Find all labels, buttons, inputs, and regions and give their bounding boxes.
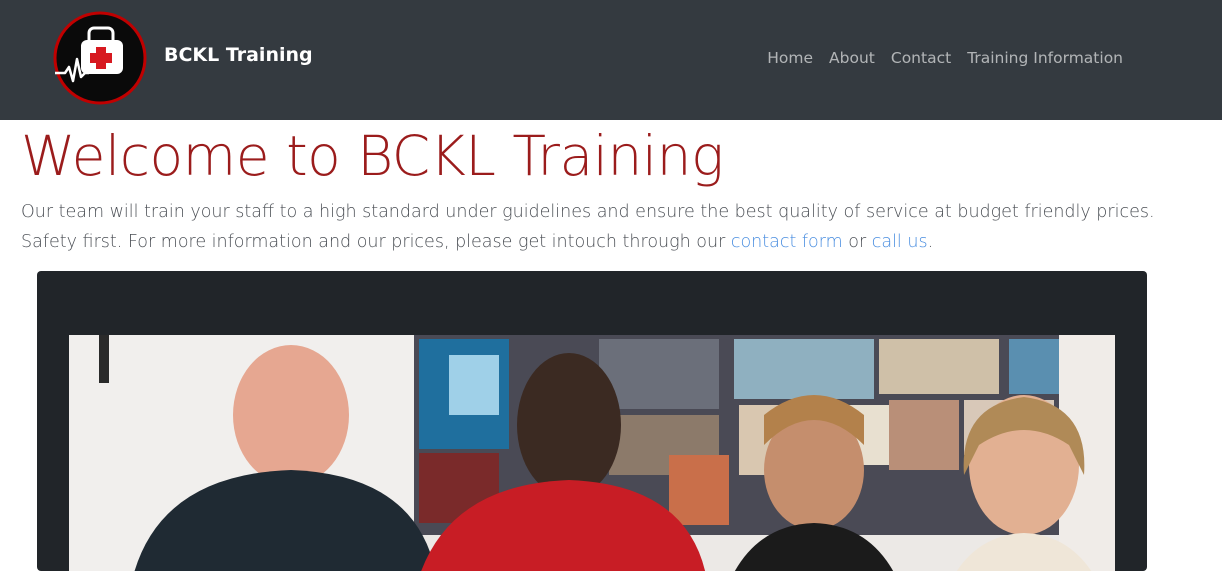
intro-text-middle: or — [842, 232, 872, 252]
nav-training-information-link[interactable]: Training Information — [959, 49, 1123, 67]
first-aid-kit-heartbeat-icon[interactable] — [53, 11, 147, 105]
page-title: Welcome to BCKL Training — [21, 124, 724, 188]
team-photo — [69, 335, 1115, 571]
call-us-link[interactable]: call us — [872, 232, 928, 252]
intro-paragraph: Our team will train your staff to a high… — [21, 197, 1181, 257]
intro-text-after: . — [927, 232, 934, 252]
intro-text-before: Our team will train your staff to a high… — [21, 202, 1155, 252]
navbar: BCKL Training Home About Contact Trainin… — [0, 0, 1222, 120]
nav-home-link[interactable]: Home — [759, 49, 821, 67]
brand-link[interactable]: BCKL Training — [164, 44, 313, 66]
photo-card — [37, 271, 1147, 571]
nav-about-link[interactable]: About — [821, 49, 883, 67]
contact-form-link[interactable]: contact form — [731, 232, 843, 252]
nav-links: Home About Contact Training Information — [759, 49, 1123, 67]
nav-contact-link[interactable]: Contact — [883, 49, 959, 67]
